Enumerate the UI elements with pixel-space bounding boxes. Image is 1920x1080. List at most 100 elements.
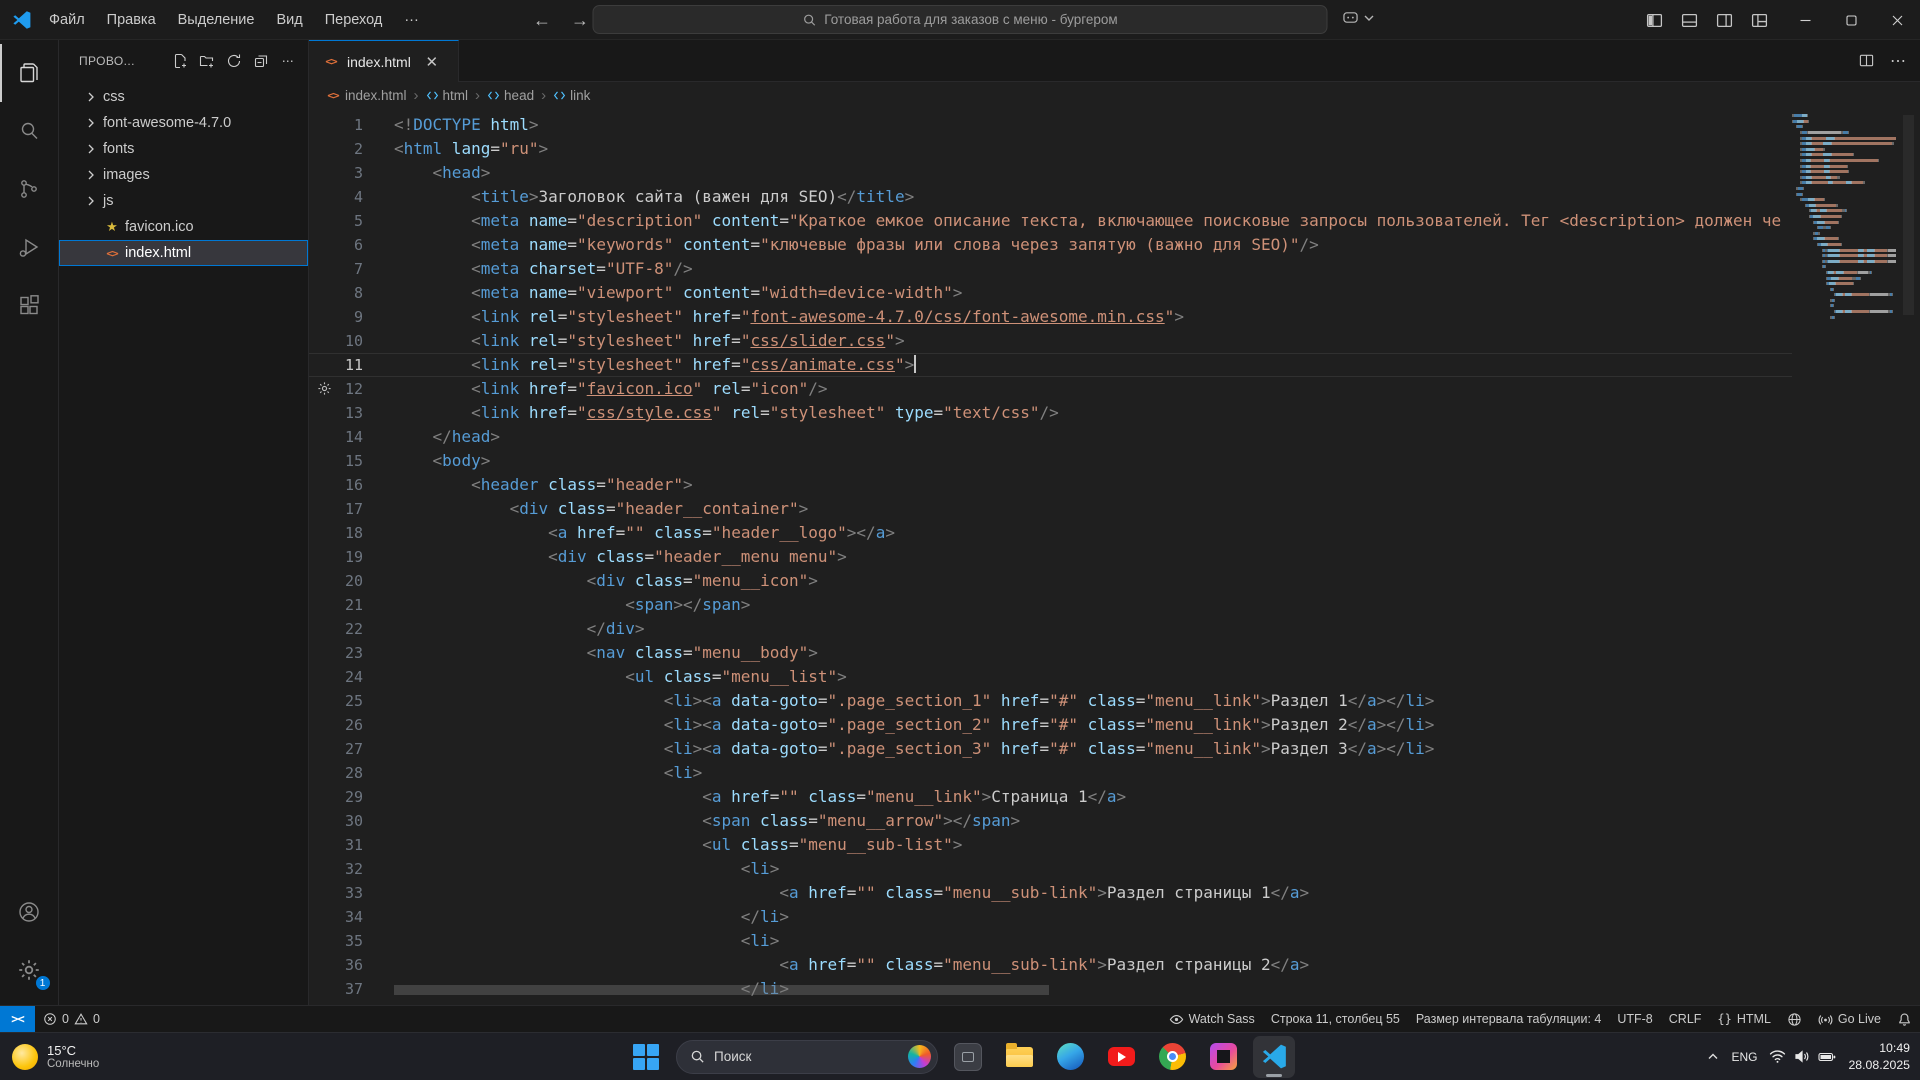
code-line-10[interactable]: 10 <link rel="stylesheet" href="css/slid… <box>309 329 1792 353</box>
code-line-16[interactable]: 16 <header class="header"> <box>309 473 1792 497</box>
line-number[interactable]: 8 <box>309 281 363 305</box>
line-number[interactable]: 11 <box>309 353 363 377</box>
line-number[interactable]: 19 <box>309 545 363 569</box>
clock[interactable]: 10:49 28.08.2025 <box>1848 1040 1910 1073</box>
code-line-8[interactable]: 8 <meta name="viewport" content="width=d… <box>309 281 1792 305</box>
code-line-21[interactable]: 21 <span></span> <box>309 593 1792 617</box>
vertical-scrollbar[interactable] <box>1903 115 1914 315</box>
code-line-1[interactable]: 1<!DOCTYPE html> <box>309 113 1792 137</box>
line-number[interactable]: 20 <box>309 569 363 593</box>
line-number[interactable]: 2 <box>309 137 363 161</box>
taskbar-search[interactable]: Поиск <box>676 1040 938 1074</box>
tab-close-icon[interactable]: ✕ <box>422 52 442 72</box>
line-number[interactable]: 34 <box>309 905 363 929</box>
browser-preview-icon[interactable] <box>1779 1006 1810 1032</box>
go-live-button[interactable]: Go Live <box>1810 1006 1889 1032</box>
code-line-6[interactable]: 6 <meta name="keywords" content="ключевы… <box>309 233 1792 257</box>
settings-gear-icon[interactable]: 1 <box>0 941 59 999</box>
code-line-15[interactable]: 15 <body> <box>309 449 1792 473</box>
weather-widget[interactable]: 15°C Солнечно <box>12 1043 99 1070</box>
tray-chevron-up-icon[interactable] <box>1707 1051 1719 1063</box>
line-number[interactable]: 21 <box>309 593 363 617</box>
tree-item-fonts[interactable]: fonts <box>59 136 308 162</box>
line-number[interactable]: 36 <box>309 953 363 977</box>
code-line-31[interactable]: 31 <ul class="menu__sub-list"> <box>309 833 1792 857</box>
code-line-19[interactable]: 19 <div class="header__menu menu"> <box>309 545 1792 569</box>
split-editor-icon[interactable] <box>1859 53 1874 68</box>
editor-more-actions-icon[interactable]: ⋯ <box>1890 51 1906 71</box>
line-number[interactable]: 31 <box>309 833 363 857</box>
notifications-bell-icon[interactable] <box>1889 1006 1920 1032</box>
line-number[interactable]: 28 <box>309 761 363 785</box>
source-control-icon[interactable] <box>0 160 59 218</box>
tree-item-js[interactable]: js <box>59 188 308 214</box>
explorer-icon[interactable] <box>0 44 59 102</box>
code-line-33[interactable]: 33 <a href="" class="menu__sub-link">Раз… <box>309 881 1792 905</box>
start-button[interactable] <box>625 1036 667 1078</box>
line-number[interactable]: 37 <box>309 977 363 1001</box>
line-number[interactable]: 23 <box>309 641 363 665</box>
breadcrumb-file[interactable]: <> index.html <box>325 88 407 103</box>
problems-indicator[interactable]: 0 0 <box>35 1006 108 1032</box>
code-line-29[interactable]: 29 <a href="" class="menu__link">Страниц… <box>309 785 1792 809</box>
remote-indicator[interactable]: >< <box>0 1006 35 1032</box>
minimize-button[interactable] <box>1782 0 1828 40</box>
line-number[interactable]: 35 <box>309 929 363 953</box>
code-line-5[interactable]: 5 <meta name="description" content="Крат… <box>309 209 1792 233</box>
code-line-14[interactable]: 14 </head> <box>309 425 1792 449</box>
toggle-panel-icon[interactable] <box>1681 12 1698 29</box>
tab-index-html[interactable]: <> index.html ✕ <box>309 40 459 82</box>
line-number[interactable]: 1 <box>309 113 363 137</box>
code-editor[interactable]: 1<!DOCTYPE html>2<html lang="ru">3 <head… <box>309 109 1920 1005</box>
tree-item-font-awesome-4.7.0[interactable]: font-awesome-4.7.0 <box>59 110 308 136</box>
account-icon[interactable] <box>0 883 59 941</box>
back-button[interactable]: ← <box>533 10 551 31</box>
ide-app[interactable] <box>1202 1036 1244 1078</box>
code-line-13[interactable]: 13 <link href="css/style.css" rel="style… <box>309 401 1792 425</box>
tree-item-index.html[interactable]: <>index.html <box>59 240 308 266</box>
menubar-item-0[interactable]: Файл <box>38 6 96 34</box>
line-number[interactable]: 33 <box>309 881 363 905</box>
encoding[interactable]: UTF-8 <box>1609 1006 1660 1032</box>
line-number[interactable]: 25 <box>309 689 363 713</box>
line-number[interactable]: 16 <box>309 473 363 497</box>
code-line-22[interactable]: 22 </div> <box>309 617 1792 641</box>
code-line-17[interactable]: 17 <div class="header__container"> <box>309 497 1792 521</box>
breadcrumb-item-head[interactable]: head <box>487 88 534 103</box>
collapse-folders-icon[interactable] <box>249 49 273 73</box>
line-number[interactable]: 4 <box>309 185 363 209</box>
horizontal-scrollbar[interactable] <box>394 985 1049 995</box>
code-line-27[interactable]: 27 <li><a data-goto=".page_section_3" hr… <box>309 737 1792 761</box>
line-number[interactable]: 17 <box>309 497 363 521</box>
menubar-item-2[interactable]: Выделение <box>167 6 266 34</box>
command-center[interactable]: Готовая работа для заказов с меню - бург… <box>593 5 1328 34</box>
search-view-icon[interactable] <box>0 102 59 160</box>
maximize-button[interactable] <box>1828 0 1874 40</box>
close-button[interactable] <box>1874 0 1920 40</box>
line-number[interactable]: 18 <box>309 521 363 545</box>
menubar-item-1[interactable]: Правка <box>96 6 167 34</box>
line-number[interactable]: 9 <box>309 305 363 329</box>
code-line-9[interactable]: 9 <link rel="stylesheet" href="font-awes… <box>309 305 1792 329</box>
code-line-3[interactable]: 3 <head> <box>309 161 1792 185</box>
line-number[interactable]: 7 <box>309 257 363 281</box>
code-line-4[interactable]: 4 <title>Заголовок сайта (важен для SEO)… <box>309 185 1792 209</box>
minimap[interactable] <box>1792 113 1896 320</box>
toggle-sidebar-icon[interactable] <box>1646 12 1663 29</box>
customize-layout-icon[interactable] <box>1751 12 1768 29</box>
breadcrumb-item-html[interactable]: html <box>426 88 469 103</box>
code-line-35[interactable]: 35 <li> <box>309 929 1792 953</box>
edge-app[interactable] <box>1049 1036 1091 1078</box>
more-actions-icon[interactable]: ⋯ <box>276 49 300 73</box>
forward-button[interactable]: → <box>571 10 589 31</box>
chrome-app[interactable] <box>1151 1036 1193 1078</box>
system-tray[interactable] <box>1769 1049 1836 1064</box>
tree-item-css[interactable]: css <box>59 84 308 110</box>
menubar-item-3[interactable]: Вид <box>265 6 313 34</box>
line-number[interactable]: 14 <box>309 425 363 449</box>
code-line-25[interactable]: 25 <li><a data-goto=".page_section_1" hr… <box>309 689 1792 713</box>
code-line-20[interactable]: 20 <div class="menu__icon"> <box>309 569 1792 593</box>
line-number[interactable]: 26 <box>309 713 363 737</box>
code-line-24[interactable]: 24 <ul class="menu__list"> <box>309 665 1792 689</box>
code-line-32[interactable]: 32 <li> <box>309 857 1792 881</box>
